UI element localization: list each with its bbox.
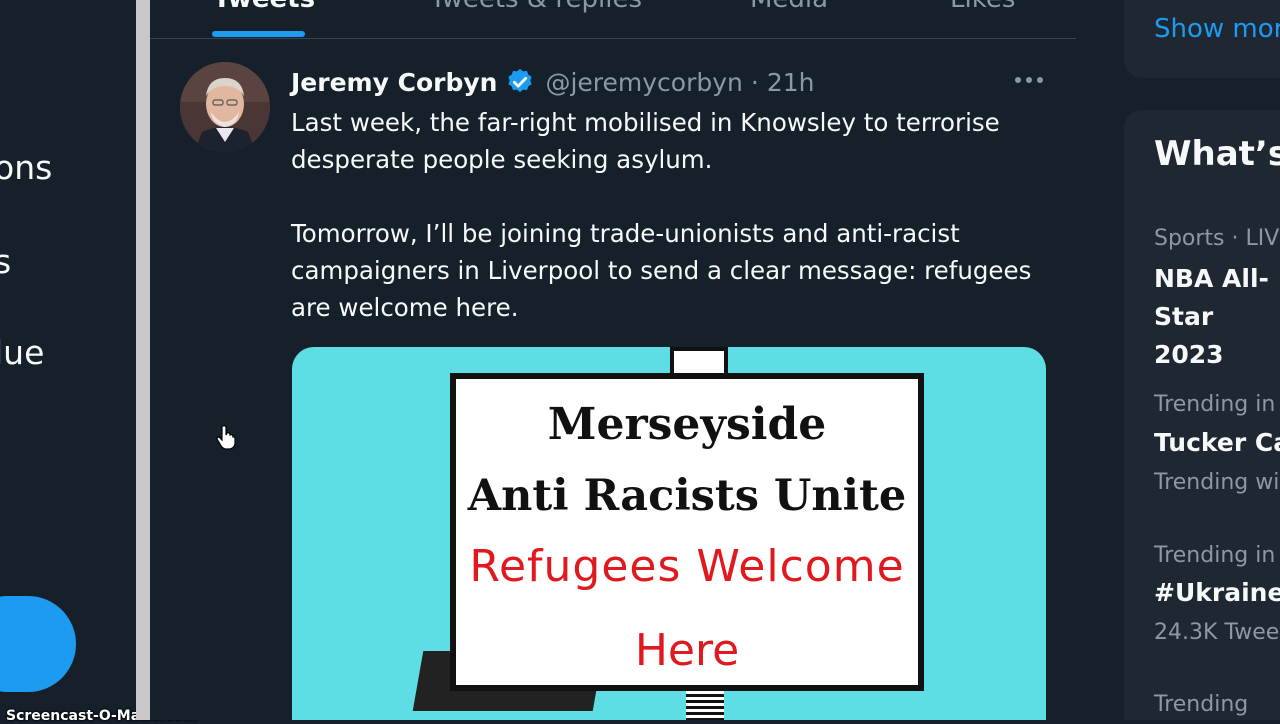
tab-tweets-replies[interactable]: Tweets & replies [430, 0, 642, 14]
sign-handle [686, 691, 724, 720]
sign-text-line2: Anti Racists Unite [467, 471, 907, 521]
nav-item-bookmarks[interactable]: s [0, 242, 11, 281]
tab-media[interactable]: Media [750, 0, 828, 14]
trends-heading: What’s [1154, 134, 1280, 174]
nav-item-blue[interactable]: lue [0, 333, 44, 372]
trend-2-sub: Trending with [1154, 470, 1280, 495]
avatar-portrait [180, 62, 270, 152]
nav-item-notifications[interactable]: ons [0, 148, 52, 187]
hand-cursor-icon [216, 425, 236, 450]
right-sidebar: Show more What’s Sports · LIVE NBA All-S… [1076, 0, 1280, 720]
trend-1-meta: Sports · LIVE [1154, 226, 1280, 251]
header-separator: · [750, 67, 759, 97]
verified-badge-icon[interactable] [505, 67, 535, 97]
tweet-media-image[interactable]: Merseyside Anti Racists Unite Refugees W… [292, 347, 1046, 720]
trend-4-meta: Trending [1154, 692, 1249, 717]
author-avatar[interactable] [180, 62, 270, 152]
tweet-text: Last week, the far-right mobilised in Kn… [291, 108, 1032, 322]
tab-likes[interactable]: Likes [950, 0, 1015, 14]
trend-3-title[interactable]: #UkraineRussia [1154, 574, 1280, 612]
tab-tweets[interactable]: Tweets [213, 0, 315, 14]
main-timeline: Tweets Tweets & replies Media Likes Jere… [150, 0, 1077, 720]
scroll-gutter [136, 0, 150, 720]
more-options-icon[interactable] [1012, 68, 1046, 92]
trend-3-sub: 24.3K Tweets [1154, 620, 1280, 645]
show-more-link[interactable]: Show more [1154, 14, 1280, 44]
active-tab-indicator [212, 31, 305, 37]
trend-2-title[interactable]: Tucker Carlson [1154, 424, 1280, 462]
trend-2-meta: Trending in [1154, 392, 1276, 417]
sign-text-line3: Refugees Welcome [469, 541, 905, 592]
trend-1-title[interactable]: NBA All-Star 2023 [1154, 260, 1280, 374]
trend-3-meta: Trending in [1154, 543, 1276, 568]
tweet-header: Jeremy Corbyn @jeremycorbyn · 21h [291, 62, 814, 102]
tweet-timestamp[interactable]: 21h [767, 68, 815, 97]
left-sidebar: ons s lue [0, 0, 136, 720]
profile-tabs: Tweets Tweets & replies Media Likes [150, 0, 1076, 39]
protest-sign: Merseyside Anti Racists Unite Refugees W… [450, 373, 924, 691]
sign-text-line4: Here [634, 625, 740, 676]
author-handle[interactable]: @jeremycorbyn [545, 68, 742, 97]
author-name[interactable]: Jeremy Corbyn [291, 68, 497, 97]
sign-text-line1: Merseyside [547, 399, 827, 450]
tweet-compose-button[interactable] [0, 596, 76, 692]
